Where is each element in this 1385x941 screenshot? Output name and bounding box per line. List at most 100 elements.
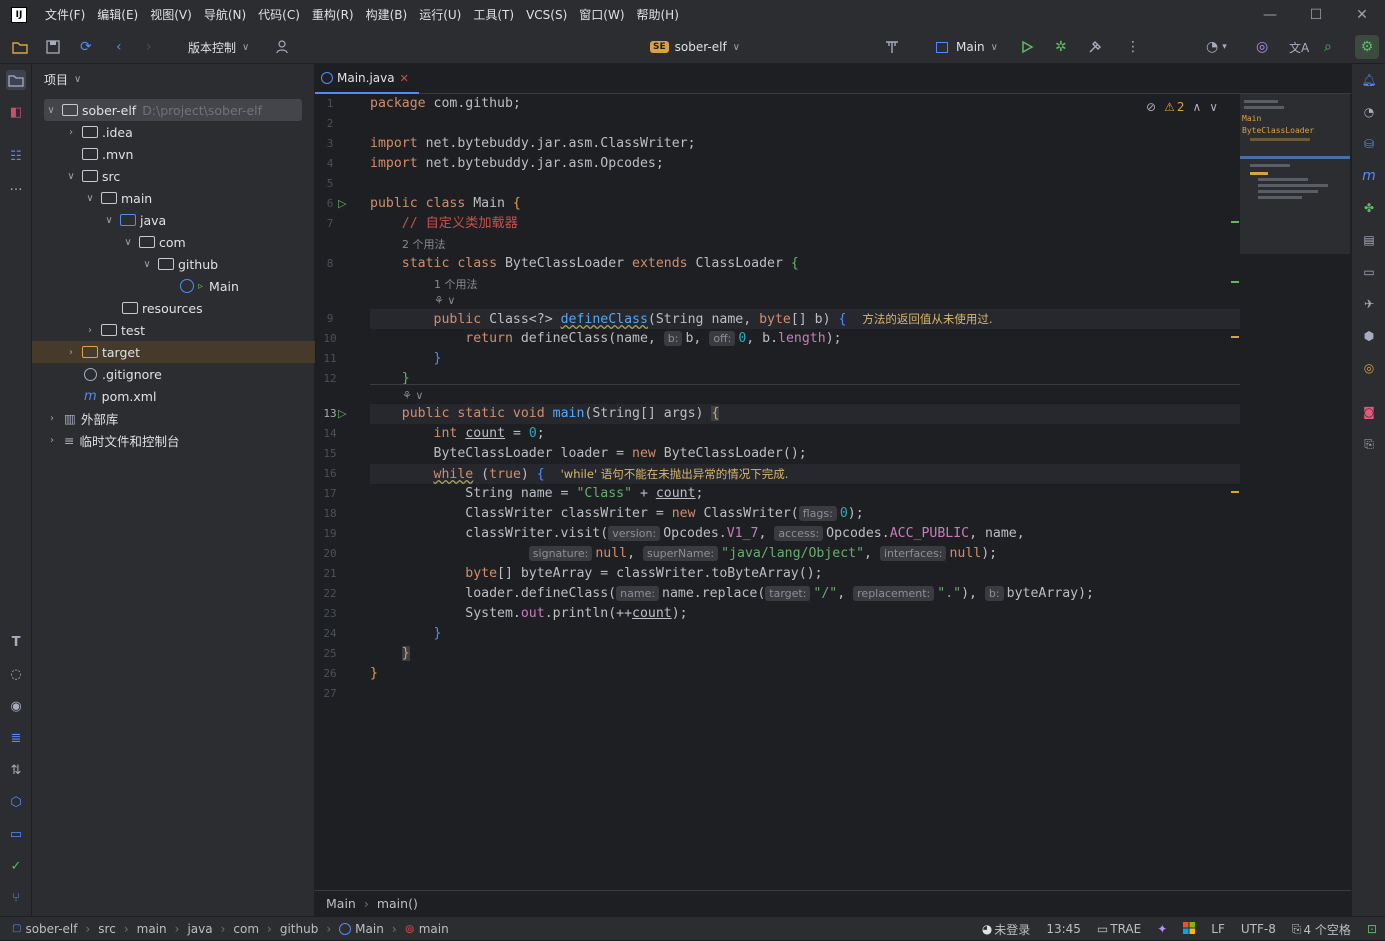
forward-icon[interactable]: › [146,30,152,64]
tree-item-main[interactable]: ∨ main [32,187,315,209]
tree-item-pom[interactable]: m pom.xml [32,385,315,407]
translate-icon[interactable]: 文A [1289,30,1309,64]
project-folder-icon[interactable] [6,70,26,90]
inspection-widget[interactable]: ⊘ ⚠ 2 ∧ ∨ [1146,100,1218,114]
menu-edit[interactable]: 编辑(E) [91,0,144,30]
run-gutter-icon[interactable]: ▷ [338,197,346,210]
tree-item-mvn[interactable]: .mvn [32,143,315,165]
plugin-green-icon[interactable]: ✤ [1359,198,1379,218]
commit-icon[interactable]: ◧ [6,102,26,122]
intellij-logo-icon[interactable]: IJ [11,7,27,23]
status-path-item[interactable]: sober-elf [25,922,77,936]
add-user-icon[interactable] [276,30,290,64]
vcs-dropdown[interactable]: 版本控制 ∨ [188,30,249,64]
comment-icon[interactable]: ▭ [1359,262,1379,282]
tree-item-gitignore[interactable]: .gitignore [32,363,315,385]
tree-item-github[interactable]: ∨ github [32,253,315,275]
next-issue-icon[interactable]: ∨ [1209,100,1218,114]
tree-item-test[interactable]: › test [32,319,315,341]
status-path-item[interactable]: java [187,922,212,936]
eye-icon[interactable]: ◉ [6,696,26,716]
debug-icon[interactable]: ✲ [1055,30,1067,64]
close-tab-icon[interactable]: ✕ [400,72,409,85]
status-path-item[interactable]: github [280,922,318,936]
usages-hint[interactable]: 1 个用法 [434,276,478,292]
save-icon[interactable] [46,30,60,64]
breadcrumb-method[interactable]: main() [377,896,418,911]
copilot-icon[interactable]: ✈ [1359,294,1379,314]
maven-icon[interactable]: m [1359,166,1379,186]
status-path-item[interactable]: main [419,922,449,936]
menu-vcs[interactable]: VCS(S) [520,0,573,30]
project-panel-header[interactable]: 项目 ∨ [32,64,314,94]
structure-icon[interactable]: ☷ [6,146,26,166]
ai-action-icon[interactable]: ⚘ ∨ [402,389,423,402]
run-config-dropdown[interactable]: Main ∨ [936,30,998,64]
document-icon[interactable]: ▤ [1359,230,1379,250]
tree-root[interactable]: ∨ sober-elf D:\project\sober-elf [44,99,302,121]
red-plugin-icon[interactable]: ◙ [1359,402,1379,422]
tree-item-idea[interactable]: › .idea [32,121,315,143]
menu-view[interactable]: 视图(V) [144,0,198,30]
code-editor[interactable]: package com.github; import net.bytebuddy… [370,94,1240,890]
run-gutter-icon[interactable]: ▷ [338,407,346,420]
usages-hint[interactable]: 2 个用法 [402,236,446,252]
tree-item-target[interactable]: › target [32,341,315,363]
open-folder-icon[interactable] [12,30,28,64]
status-path-item[interactable]: Main [355,922,384,936]
check-icon[interactable]: ✓ [6,856,26,876]
database-icon[interactable]: ≣ [6,728,26,748]
tree-item-java[interactable]: ∨ java [32,209,315,231]
line-separator[interactable]: LF [1211,922,1225,936]
database-icon[interactable]: ⛁ [1359,134,1379,154]
menu-window[interactable]: 窗口(W) [573,0,630,30]
sync-icon[interactable]: ⟳ [80,30,92,64]
notifications-icon[interactable]: 🔔︎ [1359,70,1379,90]
menu-file[interactable]: 文件(F) [39,0,91,30]
ai-assistant-icon[interactable]: ◎ [1256,30,1268,64]
profiler-icon[interactable]: ◎ [1359,358,1379,378]
tree-item-src[interactable]: ∨ src [32,165,315,187]
build-hammer-icon[interactable] [884,30,900,64]
prev-issue-icon[interactable]: ∧ [1192,100,1201,114]
ai-chat-icon[interactable]: ◔ [1359,102,1379,122]
plugin-status-icon[interactable]: ✦ [1157,922,1167,936]
project-switcher[interactable]: SE sober-elf ∨ [650,30,740,64]
tree-item-scratches[interactable]: › ≡ 临时文件和控制台 [32,429,315,451]
menu-run[interactable]: 运行(U) [413,0,467,30]
settings-gear-icon[interactable]: ⚙ [1355,35,1379,59]
login-status[interactable]: 未登录 [994,921,1030,938]
menu-refactor[interactable]: 重构(R) [306,0,360,30]
minimize-icon[interactable]: — [1247,0,1293,30]
tree-item-resources[interactable]: resources [32,297,315,319]
windows-icon[interactable] [1183,921,1196,937]
editor-tab-main[interactable]: Main.java ✕ [315,64,419,94]
todo-icon[interactable]: T [6,632,26,652]
search-icon[interactable]: ⌕ [1324,30,1332,64]
cursor-position[interactable]: 13:45 [1046,922,1081,936]
tree-item-external-libs[interactable]: › ▥ 外部库 [32,407,315,429]
tree-item-main-class[interactable]: ▹ Main [32,275,315,297]
menu-help[interactable]: 帮助(H) [631,0,685,30]
menu-build[interactable]: 构建(B) [360,0,414,30]
more-icon[interactable]: ⋮ [1126,30,1140,64]
translate-panel-icon[interactable]: ⎘ [1359,434,1379,454]
plugin-icon[interactable]: ⬡ [6,792,26,812]
lock-icon[interactable]: ⊡ [1367,922,1377,936]
run-icon[interactable] [1020,30,1034,64]
update-icon[interactable]: ◔ ▾ [1206,30,1227,64]
hammer-icon[interactable] [1088,30,1102,64]
status-path-item[interactable]: com [233,922,259,936]
hexagon-icon[interactable]: ⬢ [1359,326,1379,346]
tree-item-com[interactable]: ∨ com [32,231,315,253]
trae-label[interactable]: TRAE [1110,922,1141,936]
services-icon[interactable]: ⇅ [6,760,26,780]
hide-icon[interactable]: ⊘ [1146,100,1156,114]
breadcrumb-class[interactable]: Main [326,896,356,911]
close-icon[interactable]: ✕ [1339,0,1385,30]
maximize-icon[interactable]: ☐ [1293,0,1339,30]
more-tools-icon[interactable]: … [6,176,26,196]
terminal-icon[interactable]: ▭ [6,824,26,844]
back-icon[interactable]: ‹ [116,30,122,64]
minimap[interactable]: Main ByteClassLoader [1240,94,1350,254]
